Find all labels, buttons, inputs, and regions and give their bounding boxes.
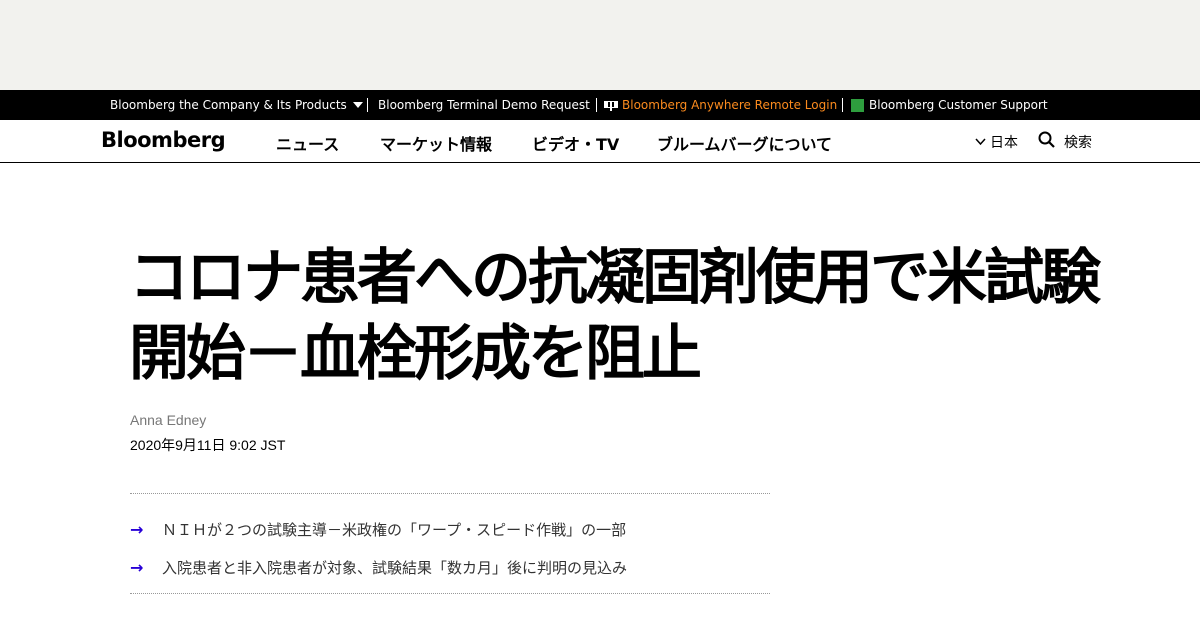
author-name[interactable]: Anna Edney — [130, 412, 206, 428]
search-icon — [1038, 131, 1055, 152]
customer-support-label: Bloomberg Customer Support — [869, 98, 1048, 112]
nav-item-news[interactable]: ニュース — [276, 131, 339, 155]
divider — [130, 593, 770, 594]
summary-text: ＮＩＨが２つの試験主導－米政権の「ワープ・スピード作戦」の一部 — [162, 520, 627, 539]
bloomberg-logo[interactable]: Bloomberg — [101, 128, 226, 152]
nav-item-video-tv[interactable]: ビデオ・TV — [532, 131, 619, 155]
separator — [842, 98, 843, 112]
article-headline: コロナ患者への抗凝固剤使用で米試験開始－血栓形成を阻止 — [129, 243, 1101, 389]
top-utility-bar: Bloomberg the Company & Its Products Blo… — [0, 90, 1200, 120]
company-products-menu[interactable]: Bloomberg the Company & Its Products — [110, 90, 363, 120]
summary-list: → ＮＩＨが２つの試験主導－米政権の「ワープ・スピード作戦」の一部 → 入院患者… — [130, 510, 770, 586]
nav-item-markets[interactable]: マーケット情報 — [380, 131, 492, 155]
summary-text: 入院患者と非入院患者が対象、試験結果「数カ月」後に判明の見込み — [162, 558, 628, 577]
language-selector[interactable]: 日本 — [975, 132, 1018, 152]
separator — [596, 98, 597, 112]
monitor-icon — [604, 100, 618, 111]
nav-item-about[interactable]: ブルームバーグについて — [657, 131, 832, 155]
separator — [367, 98, 368, 112]
terminal-demo-label: Bloomberg Terminal Demo Request — [378, 98, 590, 112]
terminal-demo-link[interactable]: Bloomberg Terminal Demo Request — [378, 90, 590, 120]
language-label: 日本 — [990, 135, 1018, 151]
publish-date: 2020年9月11日 9:02 JST — [130, 437, 286, 453]
arrow-right-icon: → — [130, 519, 144, 539]
company-products-label: Bloomberg the Company & Its Products — [110, 98, 347, 112]
search-button[interactable]: 検索 — [1038, 131, 1092, 152]
summary-item: → ＮＩＨが２つの試験主導－米政権の「ワープ・スピード作戦」の一部 — [130, 510, 770, 548]
divider — [130, 493, 770, 494]
help-icon — [851, 98, 864, 112]
summary-item: → 入院患者と非入院患者が対象、試験結果「数カ月」後に判明の見込み — [130, 548, 770, 586]
chevron-down-icon — [975, 134, 986, 150]
arrow-right-icon: → — [130, 557, 144, 577]
search-label: 検索 — [1064, 134, 1092, 151]
caret-down-icon — [352, 102, 363, 108]
customer-support-link[interactable]: Bloomberg Customer Support — [851, 90, 1048, 120]
anywhere-login-label: Bloomberg Anywhere Remote Login — [622, 98, 838, 112]
anywhere-login-link[interactable]: Bloomberg Anywhere Remote Login — [604, 90, 837, 120]
ad-banner — [0, 0, 1200, 90]
